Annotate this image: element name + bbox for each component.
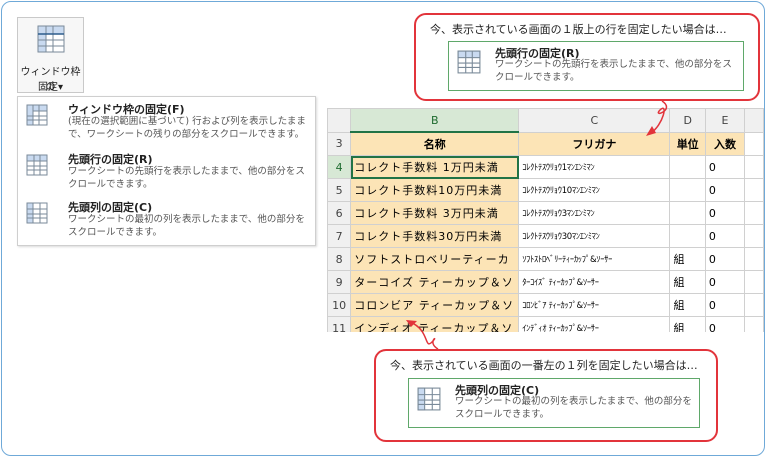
table-row: 8 ソフトストロベリーティーカ ｿﾌﾄｽﾄﾛﾍﾞﾘｰﾃｨｰｶｯﾌﾟ&ｿｰｻｰ 組… (327, 247, 764, 271)
sheet-grid: B C D E 3 名称 フリガナ 単位 入数 4 コレクト手数料 1万円未満 … (327, 108, 764, 332)
empty-cell[interactable] (744, 155, 764, 179)
cell[interactable]: ソフトストロベリーティーカ (350, 247, 520, 271)
freeze-first-column-icon (417, 387, 441, 415)
freeze-first-column-option[interactable]: 先頭列の固定(C) ワークシートの最初の列を表示したままで、他の部分をスクロール… (408, 378, 700, 428)
cell[interactable]: ｲﾝﾃﾞｨｵ ﾃｨｰｶｯﾌﾟ&ｿｰｻｰ (518, 316, 671, 332)
cell[interactable]: コレクト手数料10万円未満 (350, 178, 520, 202)
header-cell-qty[interactable]: 入数 (704, 131, 746, 156)
cell[interactable] (669, 201, 706, 225)
cell[interactable]: 組 (669, 247, 706, 271)
empty-cell[interactable] (744, 293, 764, 317)
callout-text: 今、表示されている画面の一番左の１列を固定したい場合は… (390, 359, 698, 372)
cell[interactable]: コロンビア ティーカップ＆ソ (350, 293, 520, 317)
freeze-first-column-icon (26, 202, 48, 228)
column-header-e[interactable]: E (704, 108, 746, 133)
menu-item-desc: (現在の選択範囲に基づいて) 行および列を表示したままで、ワークシートの残りの部… (68, 116, 306, 140)
menu-item-title: ウィンドウ枠の固定(F) (68, 103, 185, 116)
menu-item-freeze-panes[interactable]: ウィンドウ枠の固定(F) (現在の選択範囲に基づいて) 行および列を表示したまま… (18, 101, 315, 147)
callout-top: 今、表示されている画面の１版上の行を固定したい場合は… 先頭行の固定(R) ワー… (414, 13, 760, 101)
cell[interactable]: ｺﾚｸﾄﾃｽｳﾘｮｳ30ﾏﾝｴﾝﾐﾏﾝ (518, 224, 671, 248)
row-header[interactable]: 4 (327, 155, 352, 179)
table-row: 5 コレクト手数料10万円未満 ｺﾚｸﾄﾃｽｳﾘｮｳ10ﾏﾝｴﾝﾐﾏﾝ 0 (327, 178, 764, 202)
column-header-d[interactable]: D (669, 108, 706, 133)
freeze-panes-icon (37, 25, 65, 57)
empty-cell[interactable] (744, 201, 764, 225)
row-header[interactable]: 8 (327, 247, 352, 271)
row-header[interactable]: 10 (327, 293, 352, 317)
cell[interactable]: 0 (704, 316, 746, 332)
empty-cell[interactable] (744, 247, 764, 271)
freeze-top-row-icon (26, 154, 48, 180)
cell[interactable]: 組 (669, 316, 706, 332)
cell[interactable] (669, 224, 706, 248)
freeze-panes-ribbon-button[interactable]: ウィンドウ枠の 固定▾ (17, 17, 84, 93)
cell[interactable]: ｺﾚｸﾄﾃｽｳﾘｮｳ10ﾏﾝｴﾝﾐﾏﾝ (518, 178, 671, 202)
option-desc: ワークシートの最初の列を表示したままで、他の部分をスクロールできます。 (455, 396, 692, 420)
cell[interactable]: 0 (704, 247, 746, 271)
cell[interactable]: 0 (704, 155, 746, 179)
table-row: 7 コレクト手数料30万円未満 ｺﾚｸﾄﾃｽｳﾘｮｳ30ﾏﾝｴﾝﾐﾏﾝ 0 (327, 224, 764, 248)
empty-cell[interactable] (744, 270, 764, 294)
table-row: 4 コレクト手数料 1万円未満 ｺﾚｸﾄﾃｽｳﾘｮｳ1ﾏﾝｴﾝﾐﾏﾝ 0 (327, 155, 764, 179)
select-all-corner[interactable] (327, 108, 352, 133)
column-header-c[interactable]: C (518, 108, 671, 133)
callout-text: 今、表示されている画面の１版上の行を固定したい場合は… (430, 23, 727, 36)
empty-cell[interactable] (744, 178, 764, 202)
cell[interactable]: ターコイズ ティーカップ＆ソ (350, 270, 520, 294)
table-row: 10 コロンビア ティーカップ＆ソ ｺﾛﾝﾋﾞｱ ﾃｨｰｶｯﾌﾟ&ｿｰｻｰ 組 … (327, 293, 764, 317)
cell[interactable] (669, 155, 706, 179)
column-header-row: B C D E (327, 108, 764, 133)
row-header[interactable]: 9 (327, 270, 352, 294)
column-header-f[interactable] (744, 108, 764, 133)
header-cell-name[interactable]: 名称 (350, 131, 520, 156)
menu-item-title: 先頭列の固定(C) (68, 201, 153, 214)
column-header-b[interactable]: B (350, 108, 520, 133)
row-header[interactable]: 6 (327, 201, 352, 225)
cell[interactable]: 0 (704, 270, 746, 294)
empty-cell[interactable] (744, 131, 764, 156)
cell[interactable]: ｺﾚｸﾄﾃｽｳﾘｮｳ3ﾏﾝｴﾝﾐﾏﾝ (518, 201, 671, 225)
cell[interactable] (669, 178, 706, 202)
cell[interactable]: コレクト手数料 3万円未満 (350, 201, 520, 225)
row-header[interactable]: 7 (327, 224, 352, 248)
spreadsheet: B C D E 3 名称 フリガナ 単位 入数 4 コレクト手数料 1万円未満 … (327, 108, 764, 332)
cell[interactable]: ｺﾛﾝﾋﾞｱ ﾃｨｰｶｯﾌﾟ&ｿｰｻｰ (518, 293, 671, 317)
freeze-top-row-option[interactable]: 先頭行の固定(R) ワークシートの先頭行を表示したままで、他の部分をスクロールで… (448, 41, 744, 91)
callout-bottom: 今、表示されている画面の一番左の１列を固定したい場合は… 先頭列の固定(C) ワ… (374, 349, 718, 442)
cell[interactable]: 0 (704, 224, 746, 248)
cell[interactable]: ｿﾌﾄｽﾄﾛﾍﾞﾘｰﾃｨｰｶｯﾌﾟ&ｿｰｻｰ (518, 247, 671, 271)
cell[interactable]: 組 (669, 293, 706, 317)
empty-cell[interactable] (744, 224, 764, 248)
ribbon-button-label-2: 固定▾ (37, 82, 64, 93)
table-row: 9 ターコイズ ティーカップ＆ソ ﾀｰｺｲｽﾞ ﾃｨｰｶｯﾌﾟ&ｿｰｻｰ 組 0 (327, 270, 764, 294)
freeze-panes-icon (26, 104, 48, 130)
cell[interactable]: 組 (669, 270, 706, 294)
empty-cell[interactable] (744, 316, 764, 332)
row-header[interactable]: 5 (327, 178, 352, 202)
table-row: 6 コレクト手数料 3万円未満 ｺﾚｸﾄﾃｽｳﾘｮｳ3ﾏﾝｴﾝﾐﾏﾝ 0 (327, 201, 764, 225)
row-header[interactable]: 3 (327, 131, 352, 156)
cell[interactable]: ﾀｰｺｲｽﾞ ﾃｨｰｶｯﾌﾟ&ｿｰｻｰ (518, 270, 671, 294)
table-header-row: 3 名称 フリガナ 単位 入数 (327, 131, 764, 156)
selected-cell[interactable]: コレクト手数料 1万円未満 (350, 155, 520, 179)
row-header[interactable]: 11 (327, 316, 352, 332)
cell[interactable]: インディオ ティーカップ＆ソ (350, 316, 520, 332)
freeze-top-row-icon (457, 50, 481, 78)
option-desc: ワークシートの先頭行を表示したままで、他の部分をスクロールできます。 (495, 59, 732, 83)
freeze-panes-menu: ウィンドウ枠の固定(F) (現在の選択範囲に基づいて) 行および列を表示したまま… (17, 96, 316, 246)
header-cell-furigana[interactable]: フリガナ (518, 131, 671, 156)
menu-item-desc: ワークシートの先頭行を表示したままで、他の部分をスクロールできます。 (68, 166, 305, 190)
cell[interactable]: 0 (704, 201, 746, 225)
cell[interactable]: コレクト手数料30万円未満 (350, 224, 520, 248)
menu-item-title: 先頭行の固定(R) (68, 153, 153, 166)
menu-item-freeze-top-row[interactable]: 先頭行の固定(R) ワークシートの先頭行を表示したままで、他の部分をスクロールで… (18, 151, 315, 195)
table-row: 11 インディオ ティーカップ＆ソ ｲﾝﾃﾞｨｵ ﾃｨｰｶｯﾌﾟ&ｿｰｻｰ 組 … (327, 316, 764, 332)
cell[interactable]: 0 (704, 178, 746, 202)
menu-item-desc: ワークシートの最初の列を表示したままで、他の部分をスクロールできます。 (68, 214, 305, 238)
cell[interactable]: ｺﾚｸﾄﾃｽｳﾘｮｳ1ﾏﾝｴﾝﾐﾏﾝ (518, 155, 671, 179)
cell[interactable]: 0 (704, 293, 746, 317)
header-cell-unit[interactable]: 単位 (669, 131, 706, 156)
menu-item-freeze-first-column[interactable]: 先頭列の固定(C) ワークシートの最初の列を表示したままで、他の部分をスクロール… (18, 199, 315, 243)
